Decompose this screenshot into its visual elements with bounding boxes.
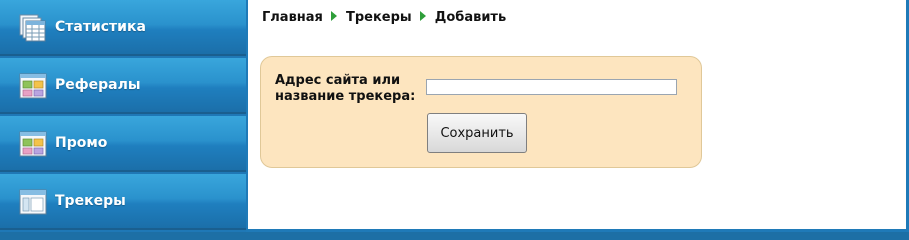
breadcrumb: Главная Трекеры Добавить: [262, 10, 506, 25]
trackers-window-icon: [18, 187, 48, 217]
breadcrumb-current-page: Добавить: [434, 10, 507, 25]
sidebar-item-referrals[interactable]: Рефералы: [0, 58, 246, 114]
sidebar-item-label: Трекеры: [55, 193, 126, 209]
green-triangle-arrow-icon: [420, 10, 427, 25]
sidebar-item-statistics[interactable]: Статистика: [0, 0, 246, 56]
sidebar-item-promo[interactable]: Промо: [0, 116, 246, 172]
sidebar-item-label: Статистика: [55, 19, 146, 35]
referrals-grid-icon: [18, 71, 48, 101]
sidebar-item-trackers[interactable]: Трекеры: [0, 174, 246, 230]
site-address-input[interactable]: [426, 79, 677, 95]
sidebar: Статистика Рефералы Промо Трекеры: [0, 0, 246, 232]
breadcrumb-home-link[interactable]: Главная: [262, 10, 323, 25]
promo-grid-icon: [18, 129, 48, 159]
breadcrumb-trackers-link[interactable]: Трекеры: [346, 10, 412, 25]
sidebar-item-label: Рефералы: [55, 77, 141, 93]
green-triangle-arrow-icon: [331, 10, 338, 25]
save-button[interactable]: Сохранить: [427, 113, 527, 153]
main-content: Главная Трекеры Добавить Адрес сайта или…: [248, 0, 906, 229]
sidebar-item-label: Промо: [55, 135, 108, 151]
add-tracker-form: Адрес сайта или название трекера: Сохран…: [260, 56, 702, 168]
site-address-label: Адрес сайта или название трекера:: [275, 73, 416, 104]
stats-sheets-icon: [18, 13, 48, 43]
